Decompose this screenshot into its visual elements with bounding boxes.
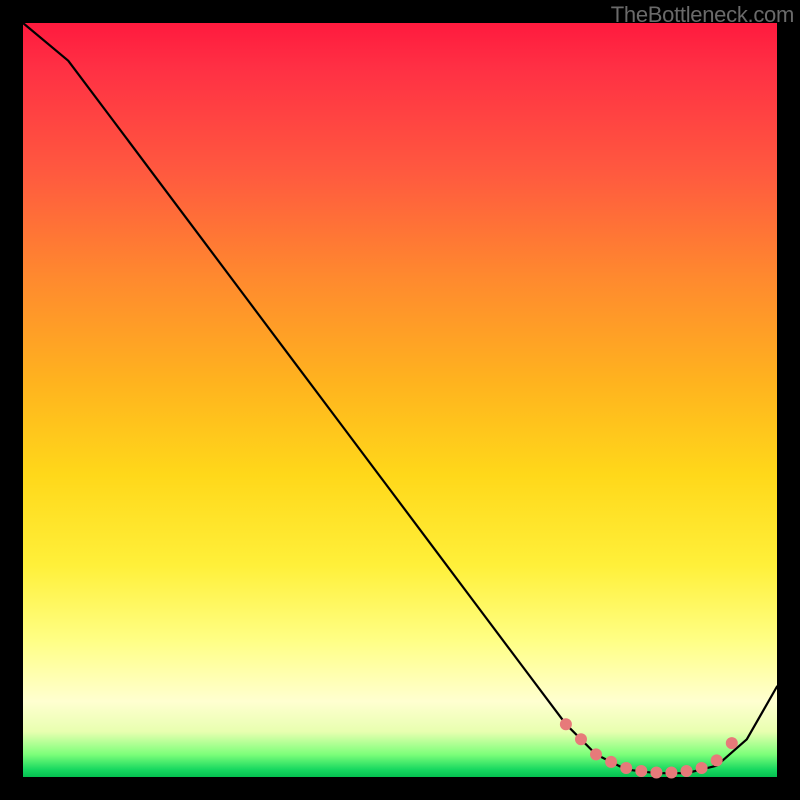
highlight-dot	[575, 733, 587, 745]
highlight-dot	[726, 737, 738, 749]
highlight-dot	[560, 718, 572, 730]
curve-layer	[23, 23, 777, 777]
highlight-dot	[665, 767, 677, 779]
highlight-dot	[590, 748, 602, 760]
chart-stage: TheBottleneck.com	[0, 0, 800, 800]
highlight-dot	[681, 765, 693, 777]
highlight-dot	[605, 756, 617, 768]
highlight-dot	[711, 754, 723, 766]
highlight-dot	[696, 762, 708, 774]
watermark-text: TheBottleneck.com	[611, 2, 794, 28]
bottleneck-curve	[23, 23, 777, 773]
highlight-dot	[650, 767, 662, 779]
plot-area	[23, 23, 777, 777]
highlight-dot	[635, 765, 647, 777]
highlight-dots	[560, 718, 738, 778]
highlight-dot	[620, 762, 632, 774]
